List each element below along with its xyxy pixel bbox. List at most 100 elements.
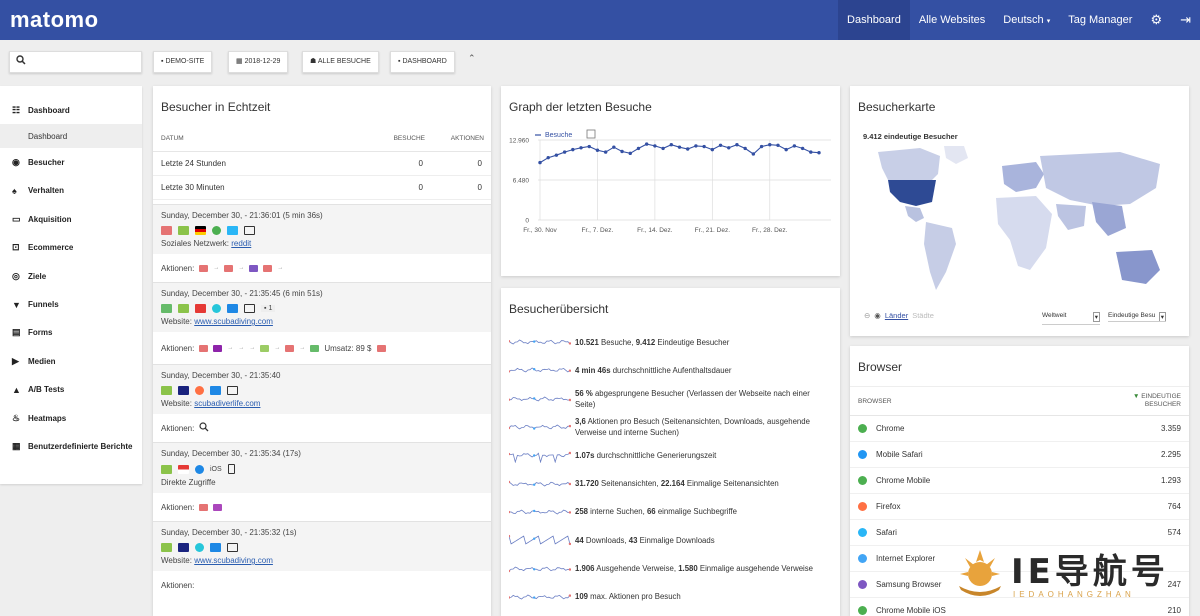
- tab-countries[interactable]: Länder: [885, 311, 908, 320]
- visit-actions: Aktionen:: [153, 493, 491, 521]
- pageview-icon[interactable]: [376, 344, 386, 352]
- data-point: [800, 146, 805, 151]
- browser-value: 764: [1167, 502, 1181, 511]
- sidebar-item-custom-reports[interactable]: ▦ Benutzerdefinierte Berichte: [0, 432, 142, 460]
- map-region: [944, 146, 968, 164]
- sparkline-marker: [568, 594, 571, 597]
- sparkline[interactable]: [509, 419, 571, 435]
- sidebar-item-akquisition[interactable]: ▭ Akquisition: [0, 205, 142, 233]
- sidebar-item-forms[interactable]: ▤ Forms: [0, 319, 142, 347]
- pageview-icon[interactable]: [213, 503, 223, 511]
- sparkline-marker: [568, 398, 571, 401]
- sparkline[interactable]: [509, 476, 571, 492]
- overview-label: Besuche,: [598, 337, 636, 347]
- nav-tag-manager[interactable]: Tag Manager: [1059, 0, 1141, 40]
- search-icon[interactable]: [199, 422, 209, 434]
- referrer-link[interactable]: www.scubadiving.com: [194, 317, 273, 326]
- pageview-icon[interactable]: [199, 503, 209, 511]
- visit-entry[interactable]: Sunday, December 30, - 21:35:45 (6 min 5…: [153, 282, 491, 332]
- sidebar-item-ab-tests[interactable]: ▲ A/B Tests: [0, 376, 142, 404]
- pageview-icon[interactable]: [224, 264, 234, 272]
- sparkline-marker: [533, 483, 536, 486]
- sparkline[interactable]: [509, 561, 571, 577]
- column-header-unique-visitors[interactable]: ▼ EINDEUTIGE BESUCHER: [1121, 393, 1181, 409]
- globe-icon: ◉: [874, 311, 881, 320]
- visitor-profile-icon[interactable]: [178, 304, 189, 313]
- sidebar-item-ziele[interactable]: ◎ Ziele: [0, 262, 142, 290]
- matomo-logo[interactable]: matomo: [10, 7, 99, 33]
- visit-icons: ▪ 1: [161, 304, 483, 313]
- y-tick-label: 12.960: [509, 138, 529, 145]
- visit-entry[interactable]: Sunday, December 30, - 21:35:32 (1s) Web…: [153, 521, 491, 571]
- site-selector-button[interactable]: ▪ DEMO-SITE: [153, 51, 213, 73]
- sidebar-item-besucher[interactable]: ◉ Besucher: [0, 148, 142, 176]
- sparkline[interactable]: [509, 334, 571, 350]
- table-row[interactable]: Chrome 3.359: [850, 416, 1189, 442]
- date-selector-button[interactable]: ▦ 2018-12-29: [228, 51, 289, 73]
- pageview-icon[interactable]: [213, 344, 223, 352]
- line-chart[interactable]: Besuche 12.960 6.480 0 Fr., 30. Nov Fr., 7. D…: [501, 126, 840, 276]
- visit-entry[interactable]: Sunday, December 30, - 21:35:34 (17s) iO…: [153, 442, 491, 493]
- cart-icon[interactable]: [310, 344, 320, 352]
- sparkline[interactable]: [509, 391, 571, 407]
- table-row[interactable]: Safari 574: [850, 520, 1189, 546]
- table-row[interactable]: Chrome Mobile 1.293: [850, 468, 1189, 494]
- sidebar-subitem-dashboard[interactable]: Dashboard: [0, 124, 142, 149]
- overview-label: Ausgehende Verweise,: [594, 564, 679, 574]
- nav-language[interactable]: Deutsch ▾: [994, 0, 1059, 40]
- nav-dashboard[interactable]: Dashboard: [838, 0, 910, 40]
- segment-selector-button[interactable]: ☗ ALLE BESUCHE: [302, 51, 379, 73]
- map-region: [905, 206, 924, 222]
- sparkline[interactable]: [509, 589, 571, 605]
- pageview-icon[interactable]: [199, 264, 209, 272]
- visitor-profile-icon[interactable]: [161, 386, 172, 395]
- referrer-link[interactable]: www.scubadiving.com: [194, 556, 273, 565]
- sidebar-item-ecommerce[interactable]: ⊡ Ecommerce: [0, 234, 142, 262]
- visitor-profile-icon[interactable]: [161, 464, 172, 474]
- nav-all-websites[interactable]: Alle Websites: [910, 0, 994, 40]
- sidebar-item-heatmaps[interactable]: ♨ Heatmaps: [0, 404, 142, 432]
- browser-name: Chrome Mobile: [876, 476, 931, 485]
- pageview-icon[interactable]: [199, 344, 209, 352]
- sidebar-item-medien[interactable]: ▶ Medien: [0, 347, 142, 375]
- data-point: [669, 142, 673, 147]
- dashboard-selector-button[interactable]: ▪ DASHBOARD: [390, 51, 455, 73]
- x-tick-label: Fr., 7. Dez.: [582, 227, 614, 234]
- sparkline[interactable]: [509, 447, 571, 464]
- search-input[interactable]: [9, 51, 142, 73]
- sidebar-item-verhalten[interactable]: ♠ Verhalten: [0, 177, 142, 205]
- pageview-icon[interactable]: [260, 344, 270, 352]
- pageview-icon[interactable]: [249, 264, 259, 272]
- table-row[interactable]: Mobile Safari 2.295: [850, 442, 1189, 468]
- world-map[interactable]: [860, 144, 1180, 314]
- logout-icon[interactable]: ⇥: [1171, 0, 1200, 40]
- pageview-icon[interactable]: [285, 344, 295, 352]
- cart-icon[interactable]: [263, 264, 273, 272]
- ios-label: iOS: [210, 465, 222, 473]
- visit-entry[interactable]: Sunday, December 30, - 21:36:01 (5 min 3…: [153, 204, 491, 254]
- visit-count: 1: [268, 305, 273, 312]
- visitor-profile-icon[interactable]: [161, 543, 172, 552]
- visitor-profile-icon[interactable]: [178, 226, 189, 235]
- referrer-link[interactable]: reddit: [231, 239, 251, 248]
- sparkline[interactable]: [509, 532, 571, 548]
- sparkline[interactable]: [509, 504, 571, 520]
- zoom-out-icon[interactable]: ⊖: [864, 311, 870, 320]
- sidebar-item-dashboard[interactable]: ☷ Dashboard: [0, 96, 142, 124]
- table-row[interactable]: Firefox 764: [850, 494, 1189, 520]
- metric-select[interactable]: Eindeutige Besu ▾: [1108, 312, 1166, 322]
- collapse-icon[interactable]: ⌃: [468, 53, 476, 64]
- sidebar-item-label: Dashboard: [28, 105, 70, 115]
- visit-entry[interactable]: Sunday, December 30, - 21:35:40 Website:…: [153, 364, 491, 414]
- overview-text: 3,6 Aktionen pro Besuch (Seitenansichten…: [575, 416, 840, 438]
- region-select[interactable]: Weltweit ▾: [1042, 312, 1100, 325]
- gear-icon[interactable]: ⚙: [1141, 0, 1171, 40]
- sidebar-item-funnels[interactable]: ▼ Funnels: [0, 290, 142, 318]
- browser-value: 3.359: [1160, 424, 1181, 433]
- language-label: Deutsch: [1003, 14, 1044, 26]
- referrer-link[interactable]: scubadiverlife.com: [194, 399, 260, 408]
- referrer-label: Direkte Zugriffe: [161, 478, 216, 487]
- tab-cities[interactable]: Städte: [912, 311, 934, 320]
- sparkline[interactable]: [509, 362, 571, 378]
- flag-de-icon: [195, 226, 206, 235]
